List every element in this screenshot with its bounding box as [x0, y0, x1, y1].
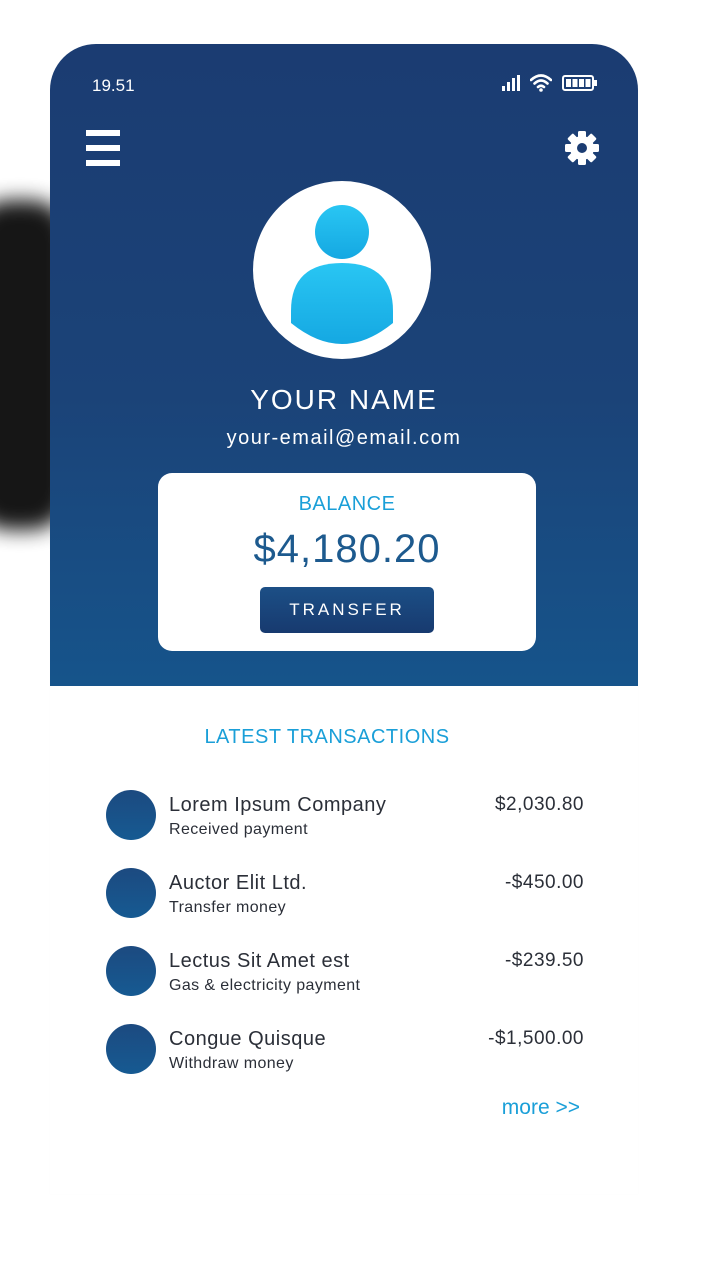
profile-header: 19.51 YOUR NAME your-email@email.com BAL…: [50, 44, 638, 686]
transaction-icon: [106, 790, 156, 840]
balance-card: BALANCE $4,180.20 TRANSFER: [158, 473, 536, 651]
balance-label: BALANCE: [298, 493, 396, 515]
transaction-amount: -$239.50: [504, 950, 584, 971]
signal-icon: [502, 75, 520, 91]
transaction-icon: [106, 946, 156, 996]
transaction-item[interactable]: Congue Quisque Withdraw money -$1,500.00: [106, 1022, 586, 1100]
status-icons: [502, 74, 598, 92]
transaction-item[interactable]: Auctor Elit Ltd. Transfer money -$450.00: [106, 866, 586, 944]
transaction-amount: -$1,500.00: [488, 1028, 584, 1049]
transactions-title: LATEST TRANSACTIONS: [204, 726, 450, 748]
stage: 19.51 YOUR NAME your-email@email.com BAL…: [0, 0, 720, 1280]
transaction-description: Gas & electricity payment: [169, 977, 361, 994]
transaction-name: Auctor Elit Ltd.: [169, 872, 308, 894]
transfer-button[interactable]: TRANSFER: [260, 587, 434, 633]
gear-icon[interactable]: [564, 130, 600, 166]
phone-screen: 19.51 YOUR NAME your-email@email.com BAL…: [50, 44, 638, 1194]
transaction-amount: $2,030.80: [494, 794, 584, 815]
transaction-name: Congue Quisque: [169, 1028, 327, 1050]
avatar[interactable]: [253, 181, 431, 359]
user-email: your-email@email.com: [226, 427, 462, 449]
transaction-description: Withdraw money: [169, 1055, 294, 1072]
transactions-list: Lorem Ipsum Company Received payment $2,…: [106, 788, 586, 1100]
balance-value: $4,180.20: [253, 527, 441, 571]
user-icon: [291, 205, 393, 344]
transaction-icon: [106, 868, 156, 918]
menu-icon[interactable]: [86, 130, 120, 166]
transaction-description: Transfer money: [169, 899, 287, 916]
more-link[interactable]: more >>: [502, 1096, 580, 1120]
transaction-item[interactable]: Lorem Ipsum Company Received payment $2,…: [106, 788, 586, 866]
transaction-description: Received payment: [169, 821, 308, 838]
transaction-item[interactable]: Lectus Sit Amet est Gas & electricity pa…: [106, 944, 586, 1022]
battery-icon: [562, 75, 597, 91]
transaction-name: Lectus Sit Amet est: [169, 950, 350, 972]
transaction-amount: -$450.00: [504, 872, 584, 893]
wifi-icon: [530, 74, 552, 92]
transaction-name: Lorem Ipsum Company: [169, 794, 387, 816]
user-name: YOUR NAME: [250, 384, 438, 415]
status-time: 19.51: [92, 76, 135, 95]
transaction-icon: [106, 1024, 156, 1074]
